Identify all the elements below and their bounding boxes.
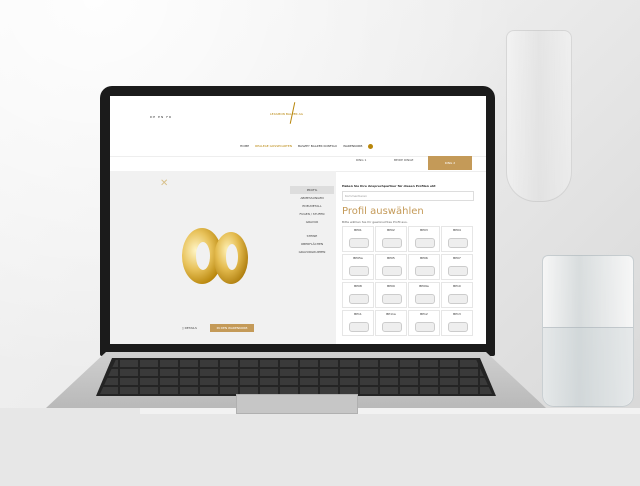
language-switch[interactable]: DE EN FR — [150, 115, 172, 119]
profile-shape-icon — [349, 322, 369, 332]
profile-option-label: BP09a — [419, 284, 429, 288]
tab-ring-1[interactable]: RING 1 — [356, 158, 366, 162]
profile-shape-icon — [382, 294, 402, 304]
profile-option-label: BP07 — [453, 256, 461, 260]
profile-option[interactable]: BP02 — [375, 226, 407, 252]
water-glass — [542, 255, 634, 407]
profile-option-label: BP10 — [453, 284, 461, 288]
profile-shape-icon — [415, 322, 435, 332]
profile-shape-icon — [448, 238, 468, 248]
profile-option[interactable]: BP09 — [375, 282, 407, 308]
add-to-cart-label: IN DEN WARENKORB — [216, 326, 248, 330]
profile-shape-icon — [448, 294, 468, 304]
profile-option[interactable]: BP05a — [342, 254, 374, 280]
profile-option[interactable]: BP07 — [441, 254, 473, 280]
tab-ring-2[interactable]: RING 2 — [428, 156, 472, 170]
profile-title: Profil auswählen — [342, 206, 424, 217]
cart-badge-icon — [368, 144, 374, 149]
profile-option-label: BP04 — [453, 228, 461, 232]
table-edge — [140, 408, 640, 414]
menu-item-edelmetall[interactable]: EDELMETALL — [290, 202, 334, 210]
profile-option[interactable]: BP01 — [342, 226, 374, 252]
profile-subtitle: Bitte wählen Sie Ihr gewünschtes Profil … — [342, 220, 408, 224]
comment-input[interactable]: Kommentieren — [342, 191, 474, 201]
ring-right-hole — [226, 244, 238, 270]
menu-item-oberflaechen[interactable]: OBERFLÄCHEN — [290, 240, 334, 248]
tab-both-rings[interactable]: BEIDE RINGE — [394, 158, 413, 162]
profile-shape-icon — [382, 322, 402, 332]
profile-option[interactable]: BP12 — [408, 310, 440, 336]
water-level — [543, 327, 633, 406]
profile-option-label: BP09 — [387, 284, 395, 288]
contact-question: Haben Sie Ihre Ansprechpartner für diese… — [342, 184, 436, 188]
profile-option[interactable]: BP13 — [441, 310, 473, 336]
profile-option[interactable]: BP03 — [408, 226, 440, 252]
profile-shape-icon — [349, 238, 369, 248]
profile-option[interactable]: BP05 — [375, 254, 407, 280]
details-label: DETAILS — [184, 326, 197, 330]
nav-home[interactable]: HOME — [240, 144, 249, 149]
profile-option[interactable]: BP09a — [408, 282, 440, 308]
nav-cart[interactable]: WARENKORB — [343, 144, 362, 149]
profile-option[interactable]: BP08 — [342, 282, 374, 308]
menu-item-abmessungen[interactable]: ABMESSUNGEN — [290, 194, 334, 202]
close-icon[interactable]: ✕ — [160, 178, 168, 189]
profile-shape-icon — [382, 238, 402, 248]
menu-item-gravur[interactable]: GRAVUR — [290, 218, 334, 226]
profile-option-label: BP12 — [420, 312, 428, 316]
profile-shape-icon — [415, 294, 435, 304]
nav-konfigurator[interactable]: BASZEY BALZER KONFIGU — [298, 144, 337, 149]
nav-configurator[interactable]: REALEAE GOSSECARTEN — [255, 144, 292, 149]
profile-shape-icon — [415, 266, 435, 276]
trackpad — [236, 394, 358, 414]
profile-shape-icon — [349, 266, 369, 276]
profile-option-label: BP01 — [354, 228, 362, 232]
menu-item-profil[interactable]: PROFIL — [290, 186, 334, 194]
profile-shape-icon — [448, 266, 468, 276]
profile-shape-icon — [349, 294, 369, 304]
table-surface — [0, 408, 640, 486]
profile-shape-icon — [382, 266, 402, 276]
profile-option-label: BP02 — [387, 228, 395, 232]
ring-left-hole — [196, 242, 210, 270]
profile-option-label: BP05a — [353, 256, 363, 260]
menu-item-steine[interactable]: STEINE — [290, 232, 334, 240]
config-menu: PROFIL ABMESSUNGEN EDELMETALL FUGEN / ST… — [290, 186, 334, 256]
profile-option-label: BP11a — [386, 312, 396, 316]
keyboard-keys — [100, 360, 492, 394]
menu-item-gravurgruppen[interactable]: GRAVURGRUPPEN — [290, 248, 334, 256]
profile-shape-icon — [415, 238, 435, 248]
add-to-cart-button[interactable]: IN DEN WARENKORB — [210, 324, 254, 332]
tab-ring-2-label: RING 2 — [444, 161, 456, 165]
laptop-screen: DE EN FR LEXAMON BALZER AG HOME REALEAE … — [110, 96, 486, 344]
profile-option[interactable]: BP11 — [342, 310, 374, 336]
profile-option-label: BP11 — [354, 312, 362, 316]
main-nav: HOME REALEAE GOSSECARTEN BASZEY BALZER K… — [240, 144, 374, 149]
profile-option-label: BP03 — [420, 228, 428, 232]
menu-item-fugen[interactable]: FUGEN / STUFEN — [290, 210, 334, 218]
profile-option[interactable]: BP11a — [375, 310, 407, 336]
profile-option-label: BP13 — [453, 312, 461, 316]
profile-option[interactable]: BP04 — [441, 226, 473, 252]
profile-option-label: BP05 — [387, 256, 395, 260]
profile-option[interactable]: BP10 — [441, 282, 473, 308]
site-logo[interactable]: LEXAMON BALZER AG — [270, 112, 303, 116]
profile-shape-icon — [448, 322, 468, 332]
glass-vase — [506, 30, 572, 202]
profile-option-label: BP06 — [420, 256, 428, 260]
profile-option-label: BP08 — [354, 284, 362, 288]
details-button[interactable]: ▯ DETAILS — [182, 326, 197, 330]
profile-option[interactable]: BP06 — [408, 254, 440, 280]
